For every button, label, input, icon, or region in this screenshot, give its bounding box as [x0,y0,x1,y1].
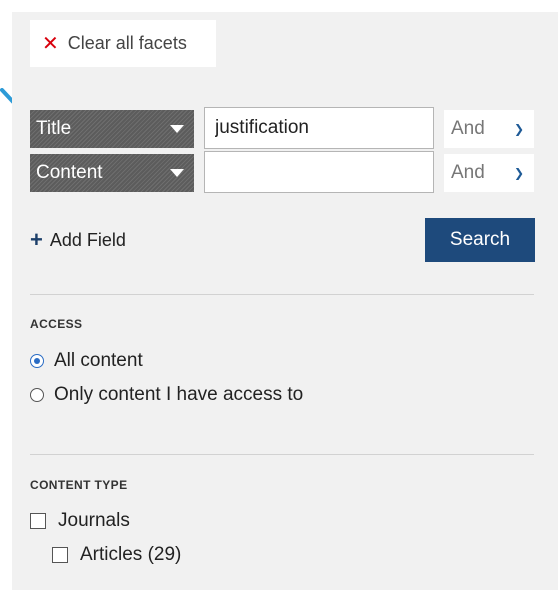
boolean-operator-value: And [451,118,485,139]
access-section-title: ACCESS [30,317,83,331]
access-option-label: All content [54,350,143,371]
add-field-button[interactable]: + Add Field [30,229,126,251]
chevron-down-icon: ❯ [513,166,524,180]
content-type-label: Journals [58,510,130,531]
content-type-articles[interactable]: Articles (29) [52,544,181,566]
field-value-input[interactable] [204,151,434,193]
content-type-section-title: CONTENT TYPE [30,478,128,492]
boolean-operator-select[interactable]: And ❯ [444,154,534,192]
access-option-all-content[interactable]: All content [30,350,143,372]
caret-down-icon [170,169,184,177]
checkbox-icon [30,513,46,529]
content-type-label: Articles (29) [80,544,182,565]
content-type-journals[interactable]: Journals [30,510,130,532]
clear-all-facets-label: Clear all facets [67,33,187,53]
chevron-down-icon: ❯ [513,122,524,136]
field-type-value: Title [36,118,72,139]
access-option-label: Only content I have access to [54,384,304,405]
checkbox-icon [52,547,68,563]
search-field-row: Title And ❯ [30,107,534,149]
close-icon: ✕ [42,32,59,55]
search-button[interactable]: Search [425,218,535,262]
field-value-input[interactable] [204,107,434,149]
search-facets-panel: ✕ Clear all facets Title And ❯ Content A… [12,12,558,590]
access-option-my-access[interactable]: Only content I have access to [30,384,303,406]
field-type-select[interactable]: Content [30,154,194,192]
plus-icon: + [30,227,43,252]
radio-unselected-icon [30,388,44,402]
field-type-value: Content [36,162,103,183]
section-divider [30,454,534,455]
boolean-operator-value: And [451,162,485,183]
section-divider [30,294,534,295]
caret-down-icon [170,125,184,133]
field-type-select[interactable]: Title [30,110,194,148]
boolean-operator-select[interactable]: And ❯ [444,110,534,148]
search-field-row: Content And ❯ [30,151,534,193]
add-field-label: Add Field [49,229,126,250]
clear-all-facets-button[interactable]: ✕ Clear all facets [30,20,216,67]
radio-selected-icon [30,354,44,368]
